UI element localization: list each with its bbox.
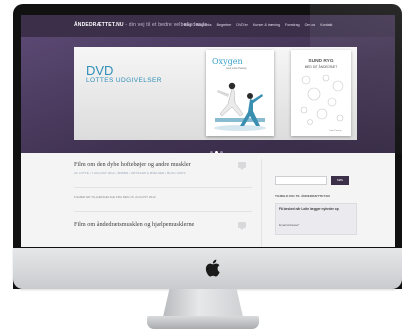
- nav-item-om-os[interactable]: Om os: [305, 23, 316, 27]
- dvd-cover-sund-ryg: SUND RYG MED DIT ÅNDEDRÆT Lotte Paarup: [291, 50, 351, 136]
- nav-item-dvd[interactable]: DVD'er: [236, 23, 247, 27]
- dvd-sund-ryg-author: Lotte Paarup: [329, 130, 342, 132]
- slide-subtitle: LOTTES UDGIVELSER: [86, 77, 162, 84]
- imac-stand-neck: [163, 289, 243, 317]
- bubbles-image: [300, 74, 344, 125]
- search-button[interactable]: SØG: [331, 176, 349, 185]
- nav-item-blog-links[interactable]: Blog links: [196, 23, 211, 27]
- nav-item-blog[interactable]: Blog: [184, 23, 191, 27]
- sidebar: SØG TILMELD DIG TIL ÅNDEDRÆTTET.NU Få be…: [261, 159, 362, 247]
- nav-item-foredrag[interactable]: Foredrag: [285, 23, 300, 27]
- website-screen: ÅNDEDRÆTTET.NU - din vej til et bedre ve…: [21, 15, 395, 247]
- search-input[interactable]: [275, 176, 327, 185]
- slide-title: DVD: [86, 63, 114, 78]
- post-divider: [74, 187, 252, 188]
- newsletter-box: Få besked når Lotte lægger nyheder op Em…: [275, 203, 357, 235]
- imac-stand-base: [147, 316, 259, 329]
- main-nav: Blog Blog links Begreber DVD'er Kurser &…: [184, 23, 332, 27]
- nav-item-kurser[interactable]: Kurser & træning: [253, 23, 280, 27]
- dvd-sund-ryg-title: SUND RYG: [308, 59, 334, 64]
- dvd-oxygen-sub: med Lotte Paarup: [226, 67, 247, 70]
- newsletter-widget-title: TILMELD DIG TIL ÅNDEDRÆTTET.NU: [275, 194, 331, 198]
- nav-item-begreber[interactable]: Begreber: [217, 23, 232, 27]
- nav-item-kontakt[interactable]: Kontakt: [320, 23, 332, 27]
- post-item: Film om den dybe hofteb​øjer og andre mu…: [74, 161, 252, 175]
- post-title[interactable]: Film om den dybe hofteb​øjer og andre mu…: [74, 161, 252, 168]
- post-list: Film om den dybe hofteb​øjer og andre mu…: [74, 161, 252, 175]
- post-divider: [74, 211, 252, 212]
- dvd-sund-ryg-sub: MED DIT ÅNDEDRÆT: [304, 65, 338, 69]
- apple-logo-icon: [205, 259, 220, 277]
- content-area: Film om den dybe hofteb​øjer og andre mu…: [21, 153, 395, 247]
- post-excerpt: FILMER ER TILGÆNGELIGE FRA DEN 15. AUGUS…: [74, 195, 156, 199]
- newsletter-text: Få besked når Lotte lægger nyheder op: [279, 207, 339, 211]
- dvd-cover-oxygen: Oxygen med Lotte Paarup: [206, 50, 274, 136]
- comment-count-icon[interactable]: [238, 162, 246, 170]
- email-field-label: Email Adresse*: [279, 223, 300, 227]
- site-logo-text: ÅNDEDRÆTTET.NU: [74, 22, 124, 28]
- site-header: ÅNDEDRÆTTET.NU - din vej til et bedre ve…: [21, 15, 395, 37]
- post-title[interactable]: Film om åndedrætsmusklen og hjælpemuskle…: [74, 221, 252, 228]
- comment-count-icon[interactable]: [238, 222, 246, 230]
- post-meta: AF LOTTE • 7 AUGUST 2012 • ÅDBRN • ARTIK…: [74, 171, 186, 175]
- post-item: Film om åndedrætsmusklen og hjælpemuskle…: [74, 221, 252, 228]
- yoga-figures-image: [214, 82, 266, 131]
- hero-slide[interactable]: DVD LOTTES UDGIVELSER Oxygen med Lotte P…: [74, 47, 357, 140]
- dvd-oxygen-title: Oxygen: [212, 57, 243, 66]
